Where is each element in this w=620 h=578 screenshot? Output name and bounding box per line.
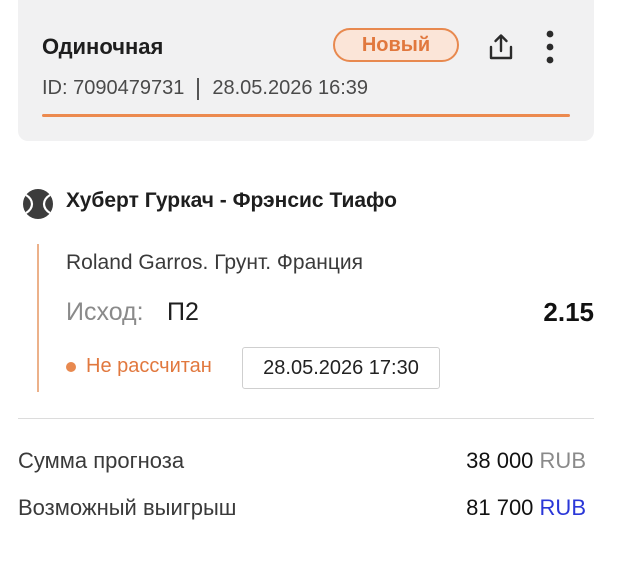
stake-amount: 38 000 [466, 448, 534, 473]
share-icon [489, 34, 513, 60]
possible-win-amount: 81 700 [466, 495, 534, 520]
tournament-name: Roland Garros. Грунт. Франция [66, 251, 363, 274]
possible-win-label: Возможный выигрыш [18, 495, 237, 520]
event-title[interactable]: Хуберт Гуркач - Фрэнсис Тиафо [66, 189, 397, 213]
outcome-label: Исход: [66, 298, 144, 326]
more-options-button[interactable] [540, 28, 560, 66]
stake-value: 38 000 RUB [466, 448, 586, 474]
event-datetime-box: 28.05.2026 17:30 [242, 347, 440, 389]
event-side-bar [37, 244, 39, 392]
bet-datetime: 28.05.2026 16:39 [212, 77, 369, 99]
status-text: Не рассчитан [86, 355, 212, 377]
bet-meta: ID: 7090479731 28.05.2026 16:39 [42, 77, 368, 100]
settlement-status: Не рассчитан [66, 355, 212, 378]
possible-win-currency: RUB [539, 495, 586, 520]
stake-label: Сумма прогноза [18, 448, 185, 473]
header-accent-line [42, 114, 570, 117]
bet-id: ID: 7090479731 [42, 77, 185, 99]
outcome-value: П2 [167, 298, 199, 326]
section-divider [18, 418, 594, 419]
bet-header-card: Одиночная Новый ID: 7090479731 28.05.202… [18, 0, 594, 141]
more-vertical-icon [546, 30, 554, 64]
odds-value: 2.15 [543, 297, 594, 327]
meta-separator [197, 77, 200, 100]
tennis-ball-icon [23, 189, 53, 219]
possible-win-value: 81 700 RUB [466, 495, 586, 521]
bet-type-title: Одиночная [42, 34, 164, 59]
share-button[interactable] [484, 30, 518, 64]
status-dot-icon [66, 361, 76, 372]
stake-currency: RUB [539, 448, 586, 473]
status-badge: Новый [333, 28, 459, 62]
